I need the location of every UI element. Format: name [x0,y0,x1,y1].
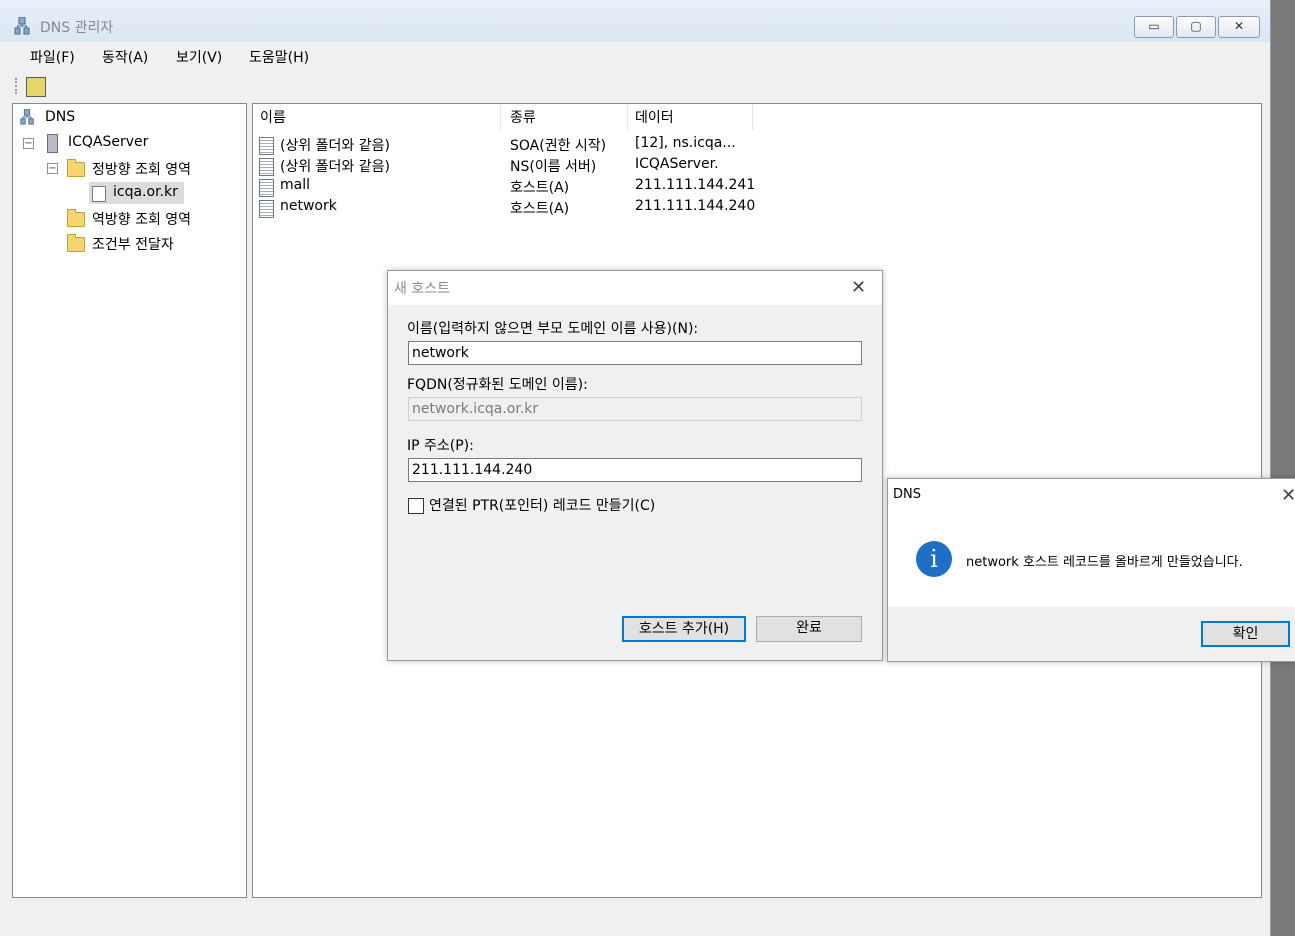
record-name: (상위 폴더와 같음) [280,138,390,154]
record-type: 호스트(A) [510,180,570,196]
console-tree: DNS − ICQAServer − 정방향 조회 영역 icqa.or.kr … [12,103,247,898]
minimize-icon: ▭ [1148,19,1160,33]
new-host-dialog: 새 호스트 ✕ 이름(입력하지 않으면 부모 도메인 이름 사용)(N): FQ… [387,270,883,661]
dialog-title-bar: 새 호스트 ✕ [388,271,882,305]
name-label: 이름(입력하지 않으면 부모 도메인 이름 사용)(N): [407,321,699,337]
list-item[interactable]: network 호스트(A) 211.111.144.240 [259,197,759,218]
menu-action[interactable]: 동작(A) [102,47,148,67]
collapse-icon[interactable]: − [23,138,34,149]
record-data: [12], ns.icqa... [635,135,736,151]
tree-label-forward-zone: 정방향 조회 영역 [92,162,192,178]
tree-item-zone[interactable]: icqa.or.kr [89,182,184,204]
ptr-label[interactable]: 연결된 PTR(포인터) 레코드 만들기(C) [429,495,655,515]
maximize-icon: ▢ [1190,19,1202,33]
window-title: DNS 관리자 [40,20,114,36]
list-item[interactable]: mall 호스트(A) 211.111.144.241 [259,176,759,197]
ok-button[interactable]: 확인 [1201,621,1290,647]
title-bar: DNS 관리자 ▭ ▢ ✕ [0,0,1270,42]
record-data: ICQAServer. [635,156,719,172]
tree-label-server: ICQAServer [68,134,149,150]
zone-file-icon [92,186,106,202]
dialog-title: 새 호스트 [394,281,450,297]
column-header-name[interactable]: 이름 [253,104,501,130]
record-data: 211.111.144.240 [635,198,756,214]
record-type: SOA(권한 시작) [510,138,607,154]
message-box-title: DNS [893,487,921,502]
menu-bar: 파일(F) 동작(A) 보기(V) 도움말(H) [0,42,1270,70]
record-icon [259,200,274,218]
maximize-button[interactable]: ▢ [1176,16,1216,38]
info-icon: i [916,541,952,577]
record-name: network [280,198,337,214]
export-list-icon[interactable] [26,77,46,97]
dns-icon [20,109,34,125]
list-item[interactable]: (상위 폴더와 같음) NS(이름 서버) ICQAServer. [259,155,759,176]
column-header-type[interactable]: 종류 [503,104,628,130]
fqdn-label: FQDN(정규화된 도메인 이름): [407,377,588,393]
record-type: 호스트(A) [510,201,570,217]
close-icon[interactable]: ✕ [1281,487,1295,505]
status-bar [12,905,1260,927]
tree-label-reverse-zone: 역방향 조회 영역 [92,212,192,228]
fqdn-field [408,397,862,421]
record-data: 211.111.144.241 [635,177,756,193]
record-icon [259,137,274,155]
ip-address-input[interactable] [408,458,862,482]
record-name: mall [280,177,310,193]
collapse-icon[interactable]: − [47,163,58,174]
tree-label-zone: icqa.or.kr [113,184,178,200]
message-box: DNS ✕ i network 호스트 레코드를 올바르게 만들었습니다. 확인 [887,478,1295,662]
folder-icon [67,209,85,227]
message-box-footer: 확인 [888,607,1295,661]
close-icon[interactable]: ✕ [851,279,866,297]
server-icon [47,134,58,153]
toolbar [0,72,1270,100]
tree-label-dns: DNS [45,109,76,125]
record-name: (상위 폴더와 같음) [280,159,390,175]
message-text: network 호스트 레코드를 올바르게 만들었습니다. [966,555,1243,570]
folder-icon [67,234,85,252]
toolbar-grip[interactable] [15,78,19,94]
record-icon [259,158,274,176]
close-icon: ✕ [1233,19,1245,33]
add-host-button[interactable]: 호스트 추가(H) [622,616,746,642]
record-icon [259,179,274,197]
column-header-data[interactable]: 데이터 [628,104,753,130]
tree-label-forwarders: 조건부 전달자 [92,237,174,253]
dns-app-icon [14,17,30,35]
menu-view[interactable]: 보기(V) [176,47,222,67]
minimize-button[interactable]: ▭ [1134,16,1174,38]
close-button[interactable]: ✕ [1218,16,1260,38]
name-input[interactable] [408,341,862,365]
menu-help[interactable]: 도움말(H) [249,47,309,67]
ptr-checkbox[interactable] [408,498,424,514]
menu-file[interactable]: 파일(F) [30,47,75,67]
record-type: NS(이름 서버) [510,159,597,175]
list-item[interactable]: (상위 폴더와 같음) SOA(권한 시작) [12], ns.icqa... [259,134,759,155]
done-button[interactable]: 완료 [756,616,862,642]
ip-label: IP 주소(P): [407,438,474,454]
folder-icon [67,159,85,177]
